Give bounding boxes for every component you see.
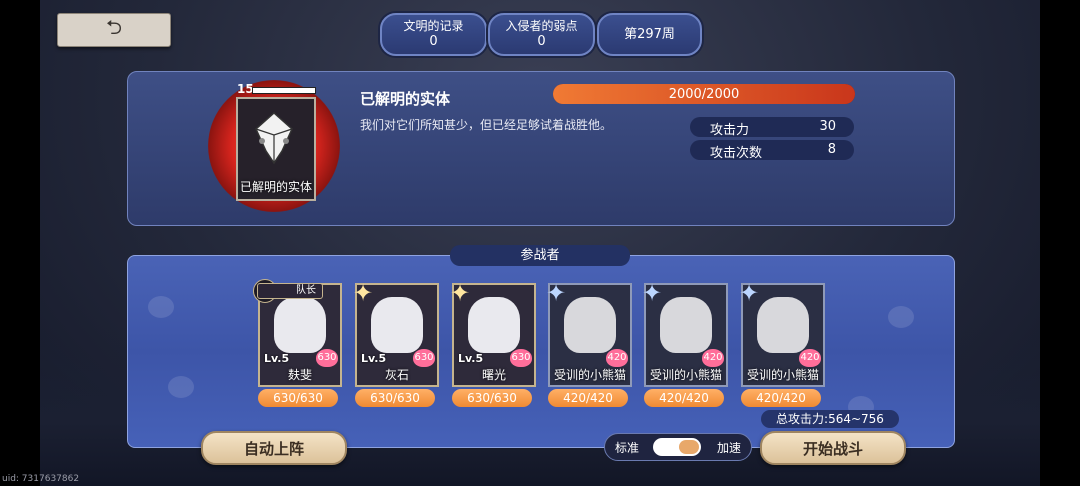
enemy-card[interactable]: 已解明的实体	[236, 97, 316, 201]
unit-card[interactable]: ✦ Lv.5 630 灰石	[353, 279, 439, 387]
weakness-value: 0	[537, 34, 546, 49]
attack-power-row: 攻击力 30	[690, 117, 854, 138]
unit-level: Lv.5	[361, 352, 387, 365]
sparkle-icon: ✦	[546, 279, 567, 307]
heart-icon: 420	[799, 349, 821, 367]
enemy-level-bar	[252, 87, 316, 94]
unit-name: 灰石	[384, 368, 409, 382]
speed-toggle[interactable]: 标准 加速	[604, 433, 752, 461]
weakness-counter: 入侵者的弱点 0	[488, 13, 595, 56]
sparkle-icon: ✦	[739, 279, 760, 307]
total-attack-power: 总攻击力:564~756	[761, 410, 899, 428]
unit-name: 受训的小熊猫	[746, 368, 819, 382]
unit-hp: 420/420	[644, 389, 724, 407]
speed-switch-knob[interactable]	[679, 440, 699, 454]
sparkle-icon: ✦	[450, 279, 471, 307]
heart-icon: 420	[702, 349, 724, 367]
week-label: 第297周	[624, 26, 675, 42]
start-battle-button[interactable]: 开始战斗	[760, 431, 906, 465]
unit-card[interactable]: ✦ 420 受训的小熊猫	[642, 279, 728, 387]
records-counter: 文明的记录 0	[380, 13, 487, 56]
paw-print-icon	[148, 296, 174, 318]
unit-portrait	[564, 297, 616, 353]
enemy-description: 我们对它们所知甚少，但已经足够试着战胜他。	[360, 118, 613, 132]
sparkle-icon: ✦	[353, 279, 374, 307]
speed-switch-track[interactable]	[653, 438, 701, 456]
speed-fast-label: 加速	[716, 441, 741, 455]
weakness-label: 入侵者的弱点	[505, 19, 578, 33]
unit-hp: 420/420	[741, 389, 821, 407]
paw-print-icon	[888, 306, 914, 328]
week-badge: 第297周	[597, 13, 702, 56]
records-label: 文明的记录	[403, 19, 464, 33]
unit-name: 受训的小熊猫	[649, 368, 722, 382]
unit-level: Lv.5	[264, 352, 290, 365]
unit-hp: 420/420	[548, 389, 628, 407]
unit-hp: 630/630	[452, 389, 532, 407]
auto-deploy-button[interactable]: 自动上阵	[201, 431, 347, 465]
unit-hp: 630/630	[355, 389, 435, 407]
user-id: uid: 7317637862	[2, 474, 80, 484]
attack-count-label: 攻击次数	[710, 146, 763, 161]
enemy-hp-text: 2000/2000	[668, 86, 740, 102]
attack-power-label: 攻击力	[710, 123, 750, 138]
unit-card[interactable]: ✦ 420 受训的小熊猫	[546, 279, 632, 387]
sparkle-icon: ✦	[642, 279, 663, 307]
game-screen: ⮌ 文明的记录 0 入侵者的弱点 0 第297周 15 已解明的实体 已解明的实…	[40, 0, 1040, 486]
unit-name: 曙光	[481, 368, 506, 382]
heart-icon: 630	[316, 349, 338, 367]
speed-normal-label: 标准	[615, 441, 640, 455]
crystal-entity-icon	[255, 111, 293, 165]
unit-portrait	[371, 297, 423, 353]
records-value: 0	[429, 34, 438, 49]
heart-icon: 630	[413, 349, 435, 367]
enemy-title: 已解明的实体	[360, 90, 451, 108]
enemy-hp-bar: 2000/2000	[553, 84, 855, 104]
unit-portrait	[274, 297, 326, 353]
heart-icon: 420	[606, 349, 628, 367]
unit-portrait	[468, 297, 520, 353]
unit-hp: 630/630	[258, 389, 338, 407]
unit-name: 受训的小熊猫	[553, 368, 626, 382]
attack-power-value: 30	[819, 119, 836, 134]
heart-icon: 630	[510, 349, 532, 367]
unit-portrait	[757, 297, 809, 353]
participants-header: 参战者	[450, 245, 630, 266]
unit-name: 麸斐	[287, 368, 312, 382]
unit-portrait	[660, 297, 712, 353]
enemy-card-name: 已解明的实体	[239, 180, 312, 194]
paw-print-icon	[168, 376, 194, 398]
unit-level: Lv.5	[458, 352, 484, 365]
attack-count-row: 攻击次数 8	[690, 140, 854, 161]
unit-card[interactable]: ✦ Lv.5 630 曙光	[450, 279, 536, 387]
captain-badge: 队长	[257, 283, 323, 299]
unit-card[interactable]: ✦ 420 受训的小熊猫	[739, 279, 825, 387]
attack-count-value: 8	[827, 142, 836, 157]
back-button[interactable]: ⮌	[57, 13, 171, 47]
return-arrow-icon: ⮌	[105, 15, 123, 39]
